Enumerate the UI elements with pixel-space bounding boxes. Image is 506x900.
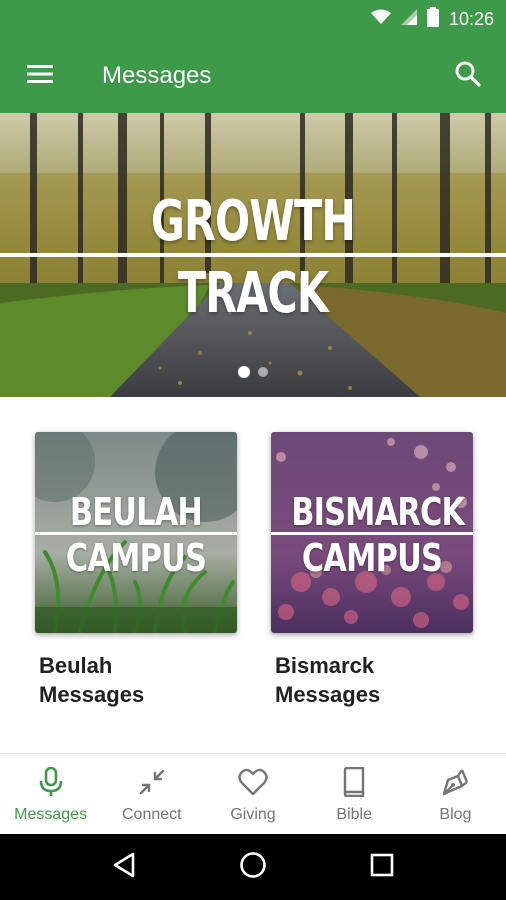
nav-bible[interactable]: Bible: [304, 754, 405, 834]
beulah-caption-line2: Messages: [39, 682, 145, 707]
bismarck-caption-line1: Bismarck: [275, 653, 375, 678]
status-time: 10:26: [448, 8, 494, 29]
bismarck-caption-line2: Messages: [275, 682, 381, 707]
page-title: Messages: [102, 62, 212, 89]
beulah-thumb-divider: [35, 532, 237, 535]
bismarck-thumb-line1: BISMARCK: [291, 490, 465, 534]
carousel-dot[interactable]: [258, 367, 268, 377]
hero-divider: [0, 253, 506, 257]
menu-button[interactable]: [18, 54, 62, 98]
beulah-caption-line1: Beulah: [39, 653, 113, 678]
battery-icon: [426, 6, 439, 32]
home-button[interactable]: [223, 837, 283, 897]
nav-messages[interactable]: Messages: [0, 754, 101, 834]
heart-icon: [238, 766, 268, 798]
hero-banner[interactable]: GROWTH TRACK: [0, 113, 506, 397]
hamburger-menu-icon: [27, 64, 53, 89]
bismarck-campus-card[interactable]: BISMARCK CAMPUS Bismarck Messages: [271, 432, 473, 709]
search-button[interactable]: [446, 54, 490, 98]
nav-blog-label: Blog: [439, 806, 472, 823]
carousel-indicator: [0, 366, 506, 378]
hero-title-line2: TRACK: [177, 261, 329, 326]
nav-connect[interactable]: Connect: [101, 754, 202, 834]
beulah-thumb-line1: BEULAH: [69, 490, 203, 534]
nav-giving-label: Giving: [230, 806, 276, 823]
status-bar: 10:26: [0, 0, 506, 38]
back-triangle-icon: [112, 852, 136, 883]
beulah-card-caption: Beulah Messages: [39, 651, 237, 709]
recents-button[interactable]: [352, 837, 412, 897]
recents-square-icon: [370, 853, 394, 882]
hero-title-line1: GROWTH: [150, 189, 356, 254]
connect-arrows-icon: [138, 766, 166, 798]
status-icons: 10:26: [370, 0, 494, 38]
nav-blog[interactable]: Blog: [405, 754, 506, 834]
bismarck-thumb-line2: CAMPUS: [301, 536, 443, 580]
search-icon: [455, 61, 481, 92]
wifi-icon: [370, 9, 391, 30]
beulah-campus-thumbnail: BEULAH CAMPUS: [35, 432, 237, 633]
beulah-campus-card[interactable]: BEULAH CAMPUS Beulah Messages: [35, 432, 237, 709]
nav-giving[interactable]: Giving: [202, 754, 303, 834]
signal-icon: [400, 8, 417, 30]
bismarck-card-caption: Bismarck Messages: [275, 651, 473, 709]
back-button[interactable]: [94, 837, 154, 897]
microphone-icon: [39, 766, 63, 798]
bismarck-campus-thumbnail: BISMARCK CAMPUS: [271, 432, 473, 633]
home-circle-icon: [239, 851, 267, 884]
nav-bible-label: Bible: [336, 806, 372, 823]
nav-messages-label: Messages: [14, 806, 88, 823]
beulah-thumb-line2: CAMPUS: [65, 536, 207, 580]
app-bar: Messages: [0, 38, 506, 113]
book-icon: [342, 766, 366, 798]
pen-nib-icon: [441, 766, 469, 798]
bottom-navigation: Messages Connect Giving Bible Blog: [0, 753, 506, 834]
nav-connect-label: Connect: [122, 806, 182, 823]
bismarck-thumb-divider: [271, 532, 473, 535]
system-navigation-bar: [0, 834, 506, 900]
carousel-dot-active[interactable]: [238, 366, 250, 378]
